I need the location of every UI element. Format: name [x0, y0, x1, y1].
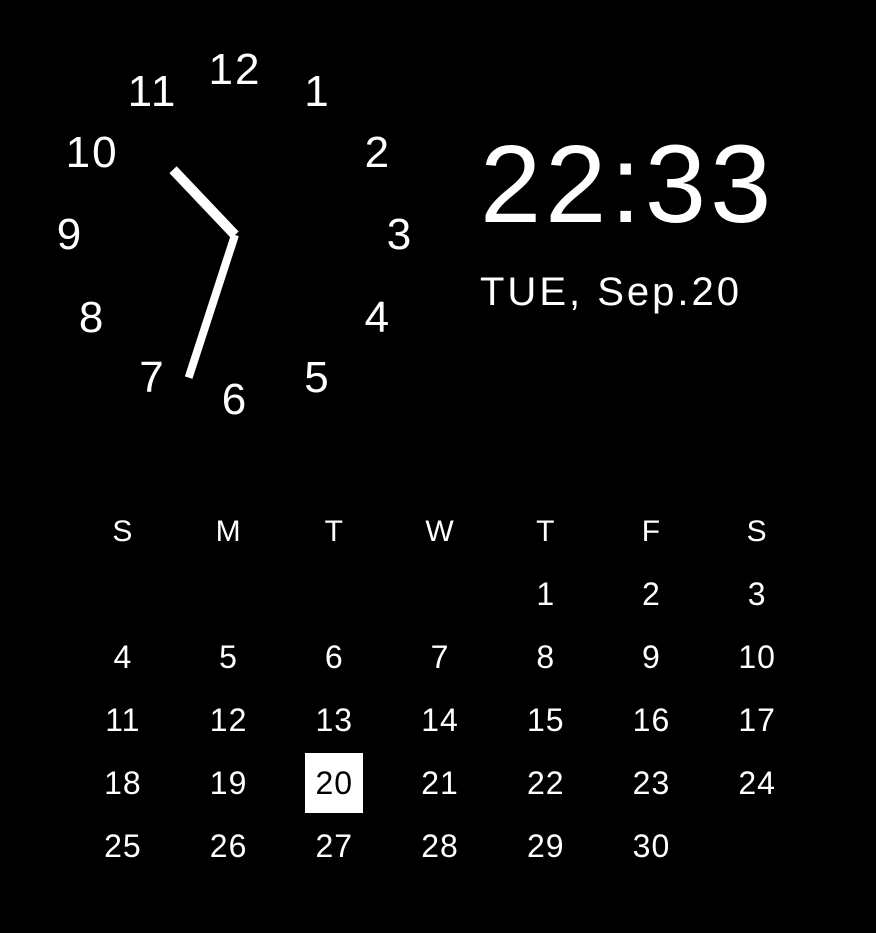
minute-hand	[185, 234, 239, 379]
calendar: SMTWTFS123456789101112131415161718192021…	[70, 500, 810, 878]
calendar-day[interactable]: 13	[281, 689, 387, 752]
calendar-day	[387, 563, 493, 626]
weekday-header: F	[599, 500, 705, 563]
weekday-header: S	[704, 500, 810, 563]
calendar-day[interactable]: 23	[599, 752, 705, 815]
digital-clock: 22:33 TUE, Sep.20	[480, 130, 775, 315]
clock-number: 8	[79, 293, 105, 343]
hour-hand	[169, 166, 238, 238]
digital-date: TUE, Sep.20	[480, 270, 775, 315]
calendar-day[interactable]: 5	[176, 626, 282, 689]
clock-number: 4	[365, 293, 391, 343]
calendar-day[interactable]: 7	[387, 626, 493, 689]
calendar-day[interactable]: 12	[176, 689, 282, 752]
calendar-day[interactable]: 1	[493, 563, 599, 626]
calendar-day[interactable]: 6	[281, 626, 387, 689]
weekday-header: T	[281, 500, 387, 563]
calendar-day[interactable]: 2	[599, 563, 705, 626]
calendar-day[interactable]: 19	[176, 752, 282, 815]
calendar-day[interactable]: 27	[281, 815, 387, 878]
calendar-day	[704, 815, 810, 878]
calendar-day[interactable]: 14	[387, 689, 493, 752]
calendar-day[interactable]: 18	[70, 752, 176, 815]
clock-number: 6	[222, 375, 248, 425]
calendar-day[interactable]: 10	[704, 626, 810, 689]
clock-number: 10	[66, 128, 119, 178]
analog-clock: 12 12 3 45 6 78 9 1011	[35, 35, 435, 435]
calendar-day[interactable]: 15	[493, 689, 599, 752]
weekday-header: S	[70, 500, 176, 563]
calendar-day[interactable]: 28	[387, 815, 493, 878]
clock-number: 2	[365, 128, 391, 178]
digital-time: 22:33	[480, 130, 775, 240]
clock-number: 5	[304, 353, 330, 403]
calendar-day[interactable]: 4	[70, 626, 176, 689]
calendar-day[interactable]: 25	[70, 815, 176, 878]
weekday-header: M	[176, 500, 282, 563]
calendar-day[interactable]: 8	[493, 626, 599, 689]
clock-number: 3	[387, 210, 413, 260]
calendar-day	[281, 563, 387, 626]
calendar-day[interactable]: 9	[599, 626, 705, 689]
calendar-day	[70, 563, 176, 626]
clock-number: 1	[304, 67, 330, 117]
clock-number: 7	[139, 353, 165, 403]
calendar-day[interactable]: 30	[599, 815, 705, 878]
clock-number: 12	[209, 45, 262, 95]
calendar-day[interactable]: 20	[281, 752, 387, 815]
weekday-header: W	[387, 500, 493, 563]
calendar-day[interactable]: 22	[493, 752, 599, 815]
clock-number: 11	[128, 67, 178, 117]
weekday-header: T	[493, 500, 599, 563]
calendar-day[interactable]: 29	[493, 815, 599, 878]
calendar-day[interactable]: 11	[70, 689, 176, 752]
calendar-day[interactable]: 26	[176, 815, 282, 878]
calendar-day[interactable]: 24	[704, 752, 810, 815]
calendar-day[interactable]: 16	[599, 689, 705, 752]
calendar-day[interactable]: 3	[704, 563, 810, 626]
clock-number: 9	[57, 210, 83, 260]
calendar-day[interactable]: 21	[387, 752, 493, 815]
calendar-day	[176, 563, 282, 626]
calendar-day[interactable]: 17	[704, 689, 810, 752]
